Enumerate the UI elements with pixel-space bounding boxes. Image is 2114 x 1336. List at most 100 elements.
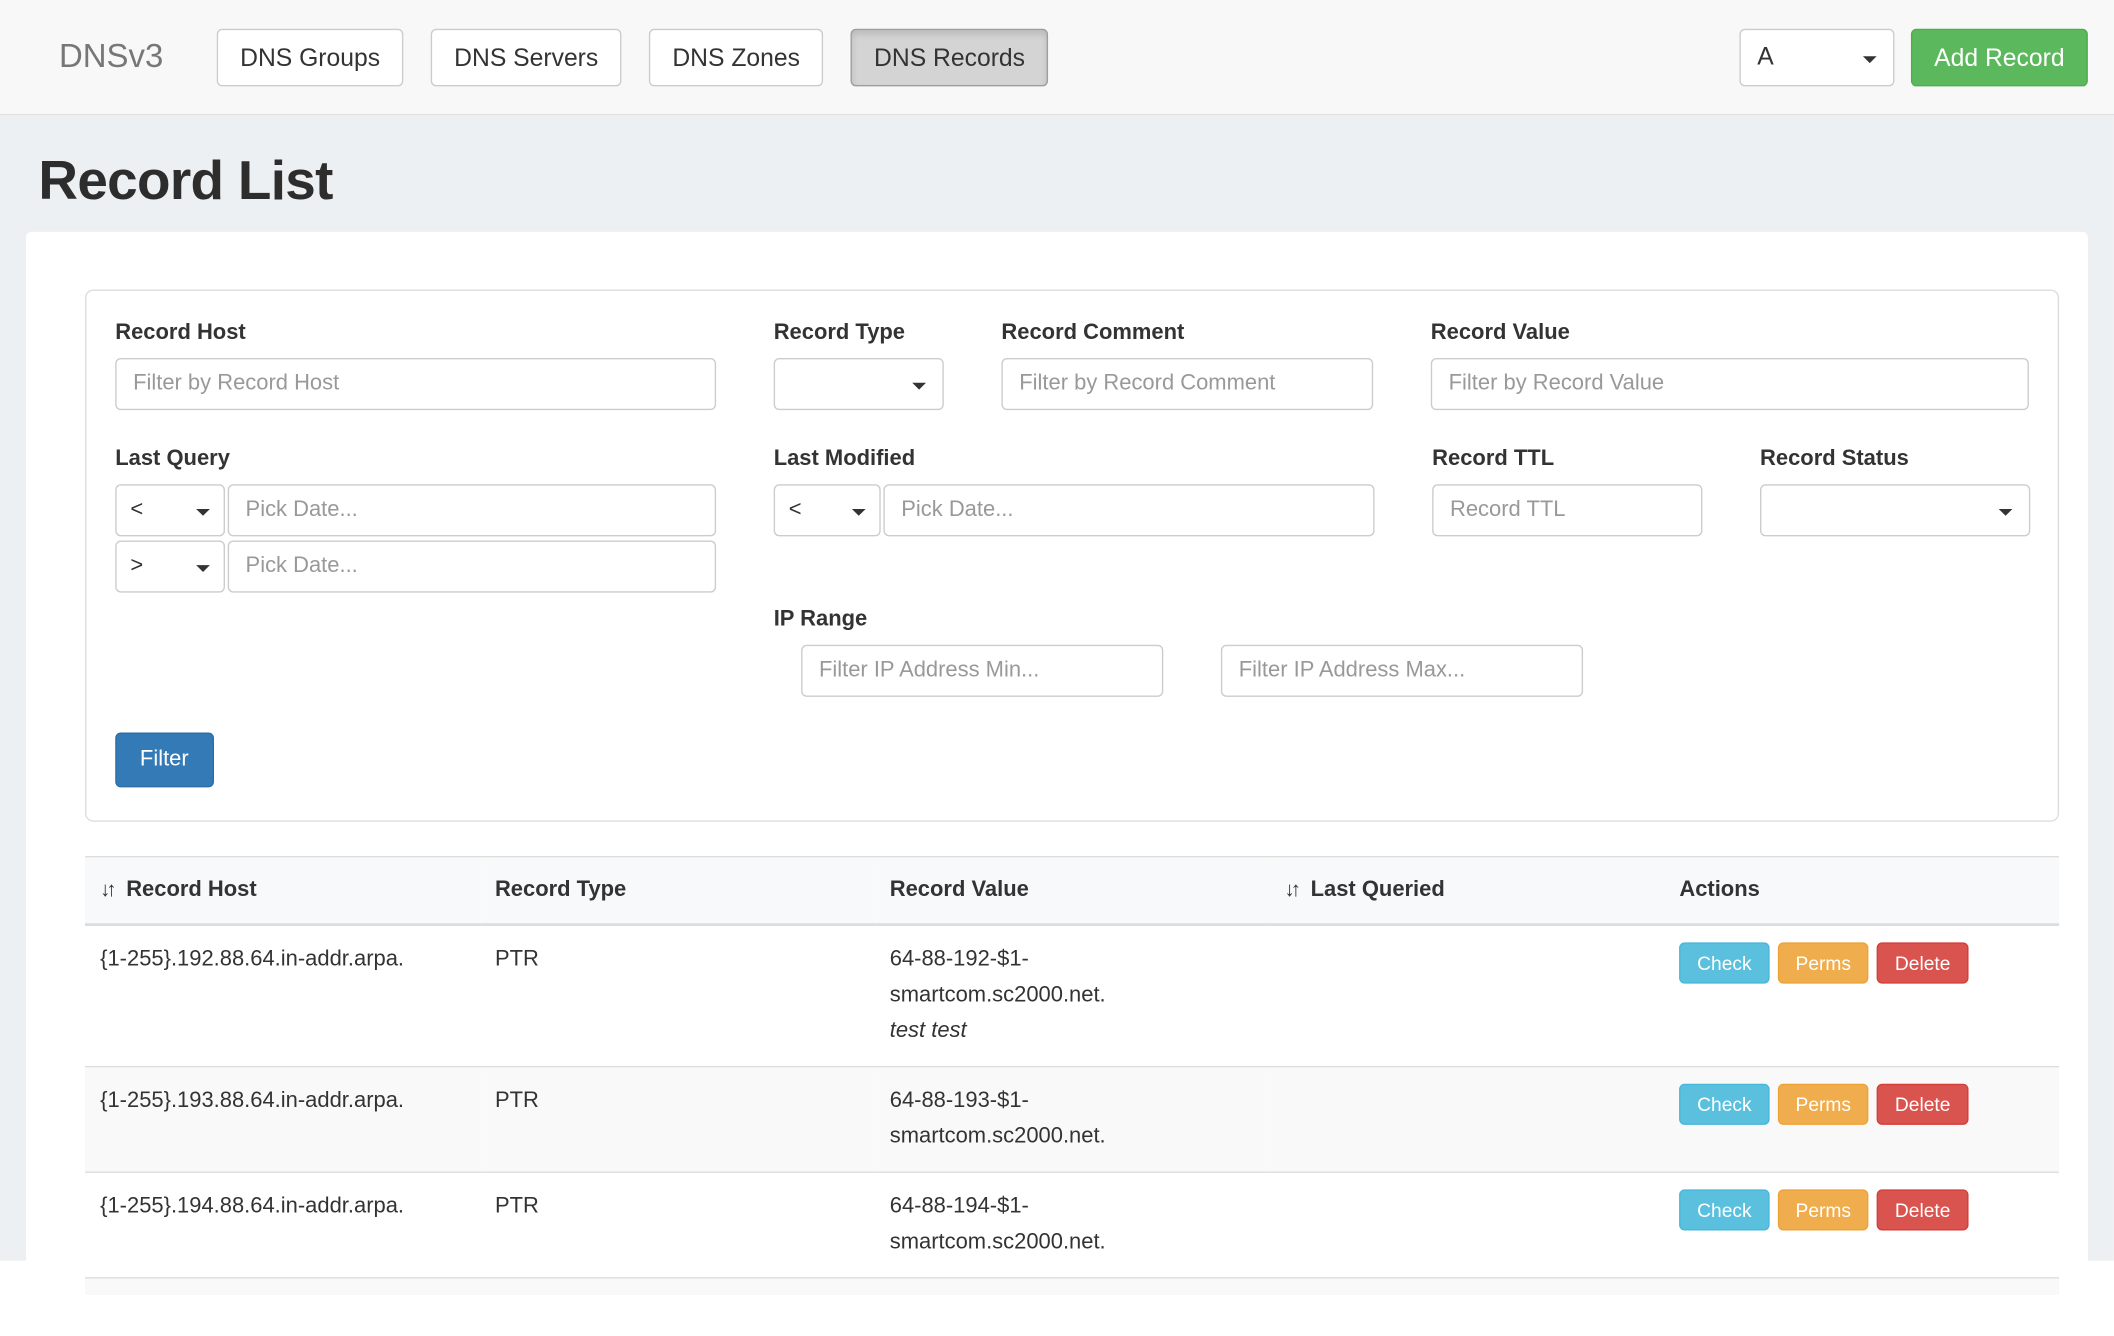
ip-min-input[interactable] [801, 645, 1163, 697]
records-table: ↓↑ Record Host Record Type Record Value ↓… [85, 856, 2059, 1295]
chevron-down-icon [912, 383, 926, 397]
last-query-date-before-input[interactable] [228, 484, 716, 536]
filter-record-host: Record Host [115, 321, 716, 410]
nav-dns-records[interactable]: DNS Records [851, 28, 1049, 86]
cell-actions: CheckPermsDelete [1664, 925, 2059, 1067]
chevron-down-icon [1999, 509, 2013, 523]
ip-range-label: IP Range [774, 608, 2028, 633]
check-button[interactable]: Check [1679, 1189, 1769, 1230]
record-type-select[interactable]: A [1739, 28, 1894, 86]
record-comment-input[interactable] [1001, 358, 1373, 410]
cell-record-type: PTR [480, 1172, 875, 1278]
op-lt-value: < [789, 498, 802, 523]
record-type-label: Record Type [774, 321, 944, 346]
record-comment-text: test test [890, 1014, 1255, 1050]
nav-dns-groups[interactable]: DNS Groups [217, 28, 404, 86]
navbar-right: A Add Record [1739, 28, 2088, 86]
op-lt-value: < [130, 498, 143, 523]
last-query-op-lt-select[interactable]: < [115, 484, 225, 536]
filter-record-value: Record Value [1431, 321, 2029, 410]
table-row: {1-255}.194.88.64.in-addr.arpa. PTR 64-8… [85, 1172, 2059, 1278]
record-host-input[interactable] [115, 358, 716, 410]
last-query-op-gt-select[interactable]: > [115, 540, 225, 592]
last-query-after: > [115, 540, 716, 592]
record-value-text: 64-88-194-$1-smartcom.sc2000.net. [890, 1189, 1171, 1260]
table-row: {1-255}.193.88.64.in-addr.arpa. PTR 64-8… [85, 1067, 2059, 1173]
header-last-queried-label: Last Queried [1311, 878, 1445, 901]
check-button[interactable]: Check [1679, 1084, 1769, 1125]
brand: DNSv3 [59, 38, 163, 76]
record-value-label: Record Value [1431, 321, 2029, 346]
last-modified-date-input[interactable] [883, 484, 1374, 536]
record-status-label: Record Status [1760, 447, 2030, 472]
cell-last-queried [1269, 1172, 1664, 1278]
page-title: Record List [38, 151, 2114, 213]
delete-button[interactable]: Delete [1877, 1189, 1968, 1230]
cell-record-type: PTR [480, 925, 875, 1067]
table-header-row: ↓↑ Record Host Record Type Record Value ↓… [85, 857, 2059, 925]
header-last-queried[interactable]: ↓↑Last Queried [1269, 857, 1664, 925]
chevron-down-icon [196, 565, 210, 579]
delete-button[interactable]: Delete [1877, 942, 1968, 983]
header-record-host-label: Record Host [126, 878, 256, 901]
record-value-input[interactable] [1431, 358, 2029, 410]
header-record-type: Record Type [480, 857, 875, 925]
record-host-label: Record Host [115, 321, 716, 346]
delete-button[interactable]: Delete [1877, 1084, 1968, 1125]
filter-record-comment: Record Comment [1001, 321, 1373, 410]
navbar: DNSv3 DNS Groups DNS Servers DNS Zones D… [0, 0, 2114, 115]
cell-actions: CheckPermsDelete [1664, 1067, 2059, 1173]
cell-record-host: {1-255}.194.88.64.in-addr.arpa. [85, 1172, 480, 1278]
cell-last-queried [1269, 925, 1664, 1067]
last-query-before: < [115, 484, 716, 536]
cell-record-value: 64-88-193-$1-smartcom.sc2000.net. [875, 1067, 1270, 1173]
page: Record List Record Host Record Type [0, 115, 2114, 1336]
filter-record-status: Record Status [1760, 447, 2030, 597]
filter-last-query: Last Query < > [115, 447, 716, 597]
record-value-text: 64-88-192-$1-smartcom.sc2000.net. [890, 942, 1171, 1013]
last-query-label: Last Query [115, 447, 716, 472]
cell-record-value: 64-88-192-$1-smartcom.sc2000.net. test t… [875, 925, 1270, 1067]
record-status-select[interactable] [1760, 484, 2030, 536]
partial-row-cell [85, 1278, 2059, 1295]
cell-record-type: PTR [480, 1067, 875, 1173]
last-query-date-after-input[interactable] [228, 540, 716, 592]
sort-icon: ↓↑ [100, 878, 112, 901]
check-button[interactable]: Check [1679, 942, 1769, 983]
ip-range-inputs [774, 645, 2028, 697]
record-ttl-label: Record TTL [1432, 447, 1702, 472]
perms-button[interactable]: Perms [1778, 942, 1869, 983]
chevron-down-icon [196, 509, 210, 523]
filter-panel: Record Host Record Type Record Comment [85, 289, 2059, 821]
filter-ip-range: IP Range [774, 608, 2028, 697]
last-modified-op-select[interactable]: < [774, 484, 881, 536]
filter-row-2: Last Query < > [115, 447, 2027, 597]
cell-record-host: {1-255}.193.88.64.in-addr.arpa. [85, 1067, 480, 1173]
add-record-button[interactable]: Add Record [1911, 28, 2088, 86]
nav-dns-servers[interactable]: DNS Servers [431, 28, 622, 86]
table-row: {1-255}.192.88.64.in-addr.arpa. PTR 64-8… [85, 925, 2059, 1067]
filter-row-1: Record Host Record Type Record Comment [115, 321, 2027, 410]
perms-button[interactable]: Perms [1778, 1189, 1869, 1230]
viewport: DNSv3 DNS Groups DNS Servers DNS Zones D… [0, 0, 2114, 1261]
header-record-host[interactable]: ↓↑ Record Host [85, 857, 480, 925]
cell-actions: CheckPermsDelete [1664, 1172, 2059, 1278]
chevron-down-icon [1863, 56, 1877, 70]
record-ttl-input[interactable] [1432, 484, 1702, 536]
filter-record-type: Record Type [774, 321, 944, 410]
record-value-text: 64-88-193-$1-smartcom.sc2000.net. [890, 1084, 1171, 1155]
last-modified-combo: < [774, 484, 1375, 536]
op-gt-value: > [130, 554, 143, 579]
record-type-select-value: A [1757, 43, 1773, 72]
header-record-value: Record Value [875, 857, 1270, 925]
perms-button[interactable]: Perms [1778, 1084, 1869, 1125]
record-comment-label: Record Comment [1001, 321, 1373, 346]
cell-record-value: 64-88-194-$1-smartcom.sc2000.net. [875, 1172, 1270, 1278]
filter-submit-button[interactable]: Filter [115, 733, 213, 788]
filter-last-modified: Last Modified < [774, 447, 1375, 597]
ip-max-input[interactable] [1221, 645, 1583, 697]
content-card: Record Host Record Type Record Comment [26, 232, 2088, 1336]
filter-record-ttl: Record TTL [1432, 447, 1702, 597]
record-type-filter-select[interactable] [774, 358, 944, 410]
nav-dns-zones[interactable]: DNS Zones [649, 28, 823, 86]
